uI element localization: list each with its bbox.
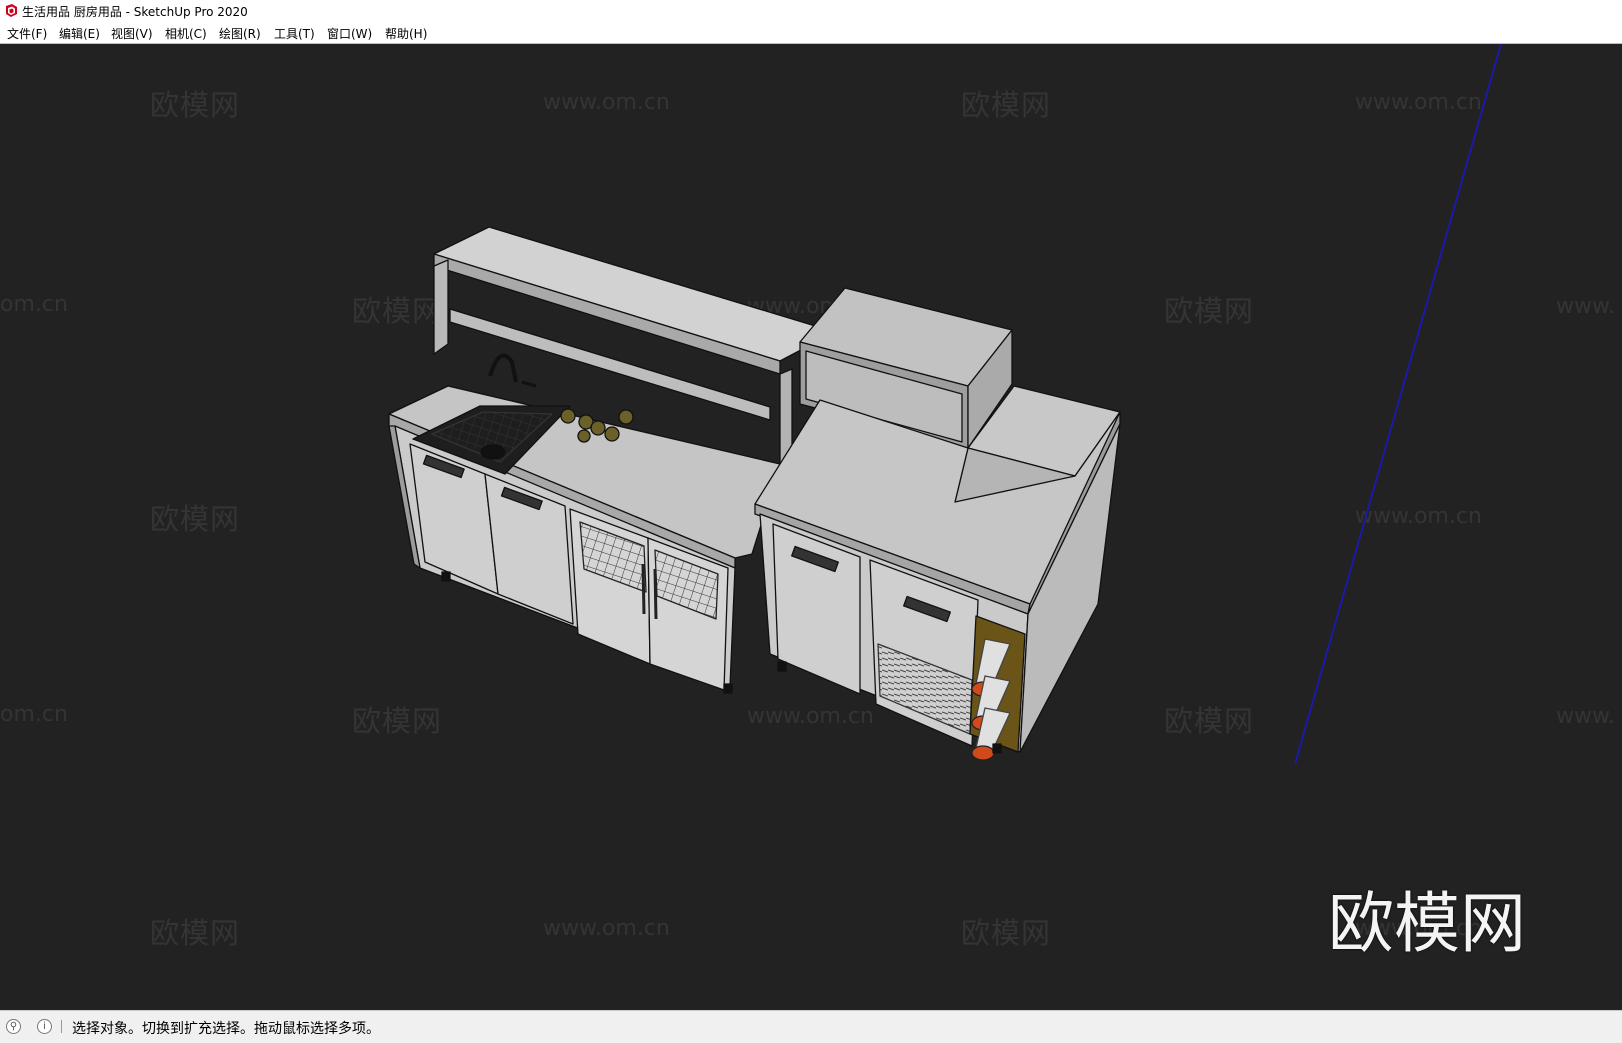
sink-drain-icon [480,444,506,460]
window-title: 生活用品 厨房用品 - SketchUp Pro 2020 [22,5,248,19]
cabinet-leg [723,683,733,694]
menu-tools[interactable]: 工具(T) [274,25,315,42]
menu-file[interactable]: 文件(F) [7,25,47,42]
menu-help[interactable]: 帮助(H) [385,25,427,42]
title-bar: 生活用品 厨房用品 - SketchUp Pro 2020 [0,0,1622,22]
shelf-side [433,259,449,355]
info-icon[interactable]: i [37,1019,52,1034]
model-scene[interactable] [0,44,1622,1010]
right-counter-unit[interactable] [754,287,1121,761]
upper-shelf-top [433,226,836,362]
menu-draw[interactable]: 绘图(R) [219,25,261,42]
fridge-handle-icon [641,563,646,615]
menu-bar: 文件(F) 编辑(E) 视图(V) 相机(C) 绘图(R) 工具(T) 窗口(W… [0,22,1622,44]
status-separator [61,1020,62,1033]
faucet-handle-icon [521,380,537,388]
sketchup-logo-icon [6,4,17,17]
cabinet-leg [777,661,787,672]
menu-window[interactable]: 窗口(W) [327,25,372,42]
blue-axis-line [1294,44,1502,765]
faucet-icon [488,353,518,383]
geo-location-icon[interactable]: ⚲ [6,1019,21,1034]
3d-viewport[interactable]: 欧模网 www.om.cn 欧模网 www.om.cn om.cn 欧模网 ww… [0,44,1622,1010]
watermark-logo: 欧模网 [1328,885,1526,962]
status-text: 选择对象。切换到扩充选择。拖动鼠标选择多项。 [72,1021,380,1037]
fridge-handle-icon [653,568,658,620]
cabinet-leg [992,743,1002,754]
status-bar: ⚲ i 选择对象。切换到扩充选择。拖动鼠标选择多项。 [0,1010,1622,1043]
menu-view[interactable]: 视图(V) [111,25,153,42]
menu-edit[interactable]: 编辑(E) [59,25,100,42]
cabinet-leg [441,571,451,582]
menu-camera[interactable]: 相机(C) [165,25,207,42]
